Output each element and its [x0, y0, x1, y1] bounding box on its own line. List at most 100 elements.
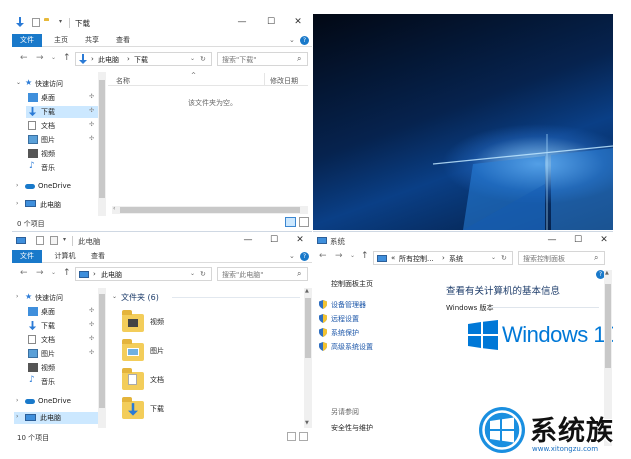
expand-chevron-icon[interactable]: ›: [16, 182, 18, 189]
large-icons-view-icon[interactable]: [299, 217, 309, 227]
scroll-thumb[interactable]: [99, 294, 105, 408]
nav-item-music[interactable]: ♪ 音乐: [28, 375, 98, 388]
properties-icon[interactable]: [36, 236, 44, 245]
task-link-system-protection[interactable]: 系统保护: [319, 327, 419, 338]
search-input[interactable]: 搜索"此电脑": [222, 270, 263, 280]
pin-icon[interactable]: ✣: [89, 335, 94, 342]
recent-locations-icon[interactable]: ⌄: [350, 252, 355, 259]
search-icon[interactable]: ⌕: [594, 253, 598, 263]
search-icon[interactable]: ⌕: [297, 54, 301, 64]
nav-this-pc[interactable]: › 此电脑: [16, 199, 100, 211]
nav-item-pictures[interactable]: 图片 ✣: [28, 134, 98, 146]
nav-item-desktop[interactable]: 桌面 ✣: [28, 306, 98, 318]
back-button[interactable]: ←: [20, 53, 28, 63]
nav-scrollbar[interactable]: [98, 288, 106, 428]
close-button[interactable]: ✕: [597, 234, 611, 247]
address-dropdown-icon[interactable]: ⌄: [491, 254, 496, 261]
maximize-button[interactable]: ☐: [264, 16, 278, 29]
up-button[interactable]: ↑: [361, 251, 369, 261]
search-input[interactable]: 搜索"下载": [222, 55, 256, 65]
address-dropdown-icon[interactable]: ⌄: [190, 270, 195, 277]
scroll-down-icon[interactable]: ▼: [305, 420, 309, 426]
properties-icon[interactable]: [32, 18, 40, 27]
task-link-advanced-settings[interactable]: 高级系统设置: [319, 341, 419, 352]
content-scrollbar[interactable]: ▲ ▼: [304, 288, 312, 428]
breadcrumb-all-control-panel[interactable]: 所有控制...: [399, 254, 434, 264]
folder-documents[interactable]: 文档: [122, 368, 192, 390]
quick-toolbar-dropdown-icon[interactable]: ▾: [63, 236, 66, 243]
folder-videos[interactable]: 视频: [122, 310, 192, 332]
up-button[interactable]: ↑: [63, 268, 71, 278]
scroll-up-icon[interactable]: ▲: [605, 270, 609, 276]
refresh-icon[interactable]: ↻: [501, 254, 507, 262]
quick-toolbar-dropdown-icon[interactable]: ▾: [59, 18, 62, 25]
search-input[interactable]: 搜索控制面板: [523, 254, 565, 264]
nav-item-pictures[interactable]: 图片 ✣: [28, 348, 98, 360]
group-collapse-icon[interactable]: ⌄: [112, 293, 117, 300]
ribbon-expand-icon[interactable]: ⌄: [289, 252, 295, 260]
minimize-button[interactable]: —: [241, 234, 255, 247]
nav-item-downloads[interactable]: 下载 ✣: [28, 320, 98, 332]
close-button[interactable]: ✕: [293, 234, 307, 247]
nav-item-videos[interactable]: 视频: [28, 148, 98, 160]
pin-icon[interactable]: ✣: [89, 321, 94, 328]
details-view-icon[interactable]: [285, 217, 296, 227]
control-panel-home-link[interactable]: 控制面板主页: [331, 279, 373, 289]
pin-icon[interactable]: ✣: [89, 93, 94, 100]
breadcrumb-this-pc[interactable]: 此电脑: [101, 270, 122, 280]
tab-home[interactable]: 主页: [48, 34, 74, 47]
recent-locations-icon[interactable]: ⌄: [51, 269, 56, 276]
scroll-thumb[interactable]: [305, 298, 311, 358]
group-header[interactable]: 文件夹 (6): [121, 292, 159, 303]
maximize-button[interactable]: ☐: [571, 234, 585, 247]
help-icon[interactable]: ?: [300, 252, 309, 261]
scroll-left-icon[interactable]: ‹: [113, 205, 115, 212]
nav-item-desktop[interactable]: 桌面 ✣: [28, 92, 98, 104]
help-icon[interactable]: ?: [300, 36, 309, 45]
nav-item-music[interactable]: ♪ 音乐: [28, 161, 98, 174]
column-divider[interactable]: [264, 73, 265, 85]
refresh-icon[interactable]: ↻: [200, 55, 206, 63]
title-bar[interactable]: ▾ 下载 — ☐ ✕: [12, 14, 312, 32]
forward-button[interactable]: →: [36, 268, 44, 278]
address-bar[interactable]: › 此电脑 ⌄ ↻: [75, 267, 212, 281]
tab-file[interactable]: 文件: [12, 34, 42, 47]
folder-downloads[interactable]: 下载: [122, 397, 192, 419]
task-link-remote-settings[interactable]: 远程设置: [319, 313, 419, 324]
tab-view[interactable]: 查看: [85, 250, 111, 263]
pin-icon[interactable]: ✣: [89, 135, 94, 142]
back-button[interactable]: ←: [319, 251, 327, 261]
up-button[interactable]: ↑: [63, 53, 71, 63]
details-view-icon[interactable]: [287, 432, 296, 441]
nav-quick-access[interactable]: › ★ 快速访问: [16, 292, 100, 304]
search-box[interactable]: 搜索"此电脑" ⌕: [217, 267, 308, 281]
nav-item-downloads[interactable]: 下载 ✣: [26, 106, 98, 118]
security-maintenance-link[interactable]: 安全性与维护: [331, 423, 373, 433]
column-name[interactable]: 名称: [116, 76, 130, 86]
search-box[interactable]: 搜索"下载" ⌕: [217, 52, 308, 66]
expand-chevron-icon[interactable]: ›: [16, 397, 18, 404]
address-bar[interactable]: « 所有控制... › 系统 ⌄ ↻: [373, 251, 513, 265]
nav-item-documents[interactable]: 文档 ✣: [28, 120, 98, 132]
search-box[interactable]: 搜索控制面板 ⌕: [518, 251, 605, 265]
refresh-icon[interactable]: ↻: [200, 270, 206, 278]
expand-chevron-icon[interactable]: ›: [16, 200, 18, 207]
address-dropdown-icon[interactable]: ⌄: [190, 55, 195, 62]
back-button[interactable]: ←: [20, 268, 28, 278]
tab-share[interactable]: 共享: [79, 34, 105, 47]
scroll-thumb[interactable]: [605, 284, 611, 368]
search-icon[interactable]: ⌕: [297, 269, 301, 279]
nav-onedrive[interactable]: › OneDrive: [16, 181, 100, 193]
breadcrumb-downloads[interactable]: 下载: [134, 55, 148, 65]
pin-icon[interactable]: ✣: [89, 307, 94, 314]
column-date-modified[interactable]: 修改日期: [270, 76, 298, 86]
nav-item-videos[interactable]: 视频: [28, 362, 98, 374]
scroll-thumb[interactable]: [99, 80, 105, 198]
scroll-thumb[interactable]: [120, 207, 300, 213]
tab-view[interactable]: 查看: [110, 34, 136, 47]
title-bar[interactable]: 系统 — ☐ ✕: [313, 232, 613, 250]
minimize-button[interactable]: —: [235, 16, 249, 29]
nav-scrollbar[interactable]: [98, 72, 106, 216]
close-button[interactable]: ✕: [291, 16, 305, 29]
task-link-device-manager[interactable]: 设备管理器: [319, 299, 419, 310]
